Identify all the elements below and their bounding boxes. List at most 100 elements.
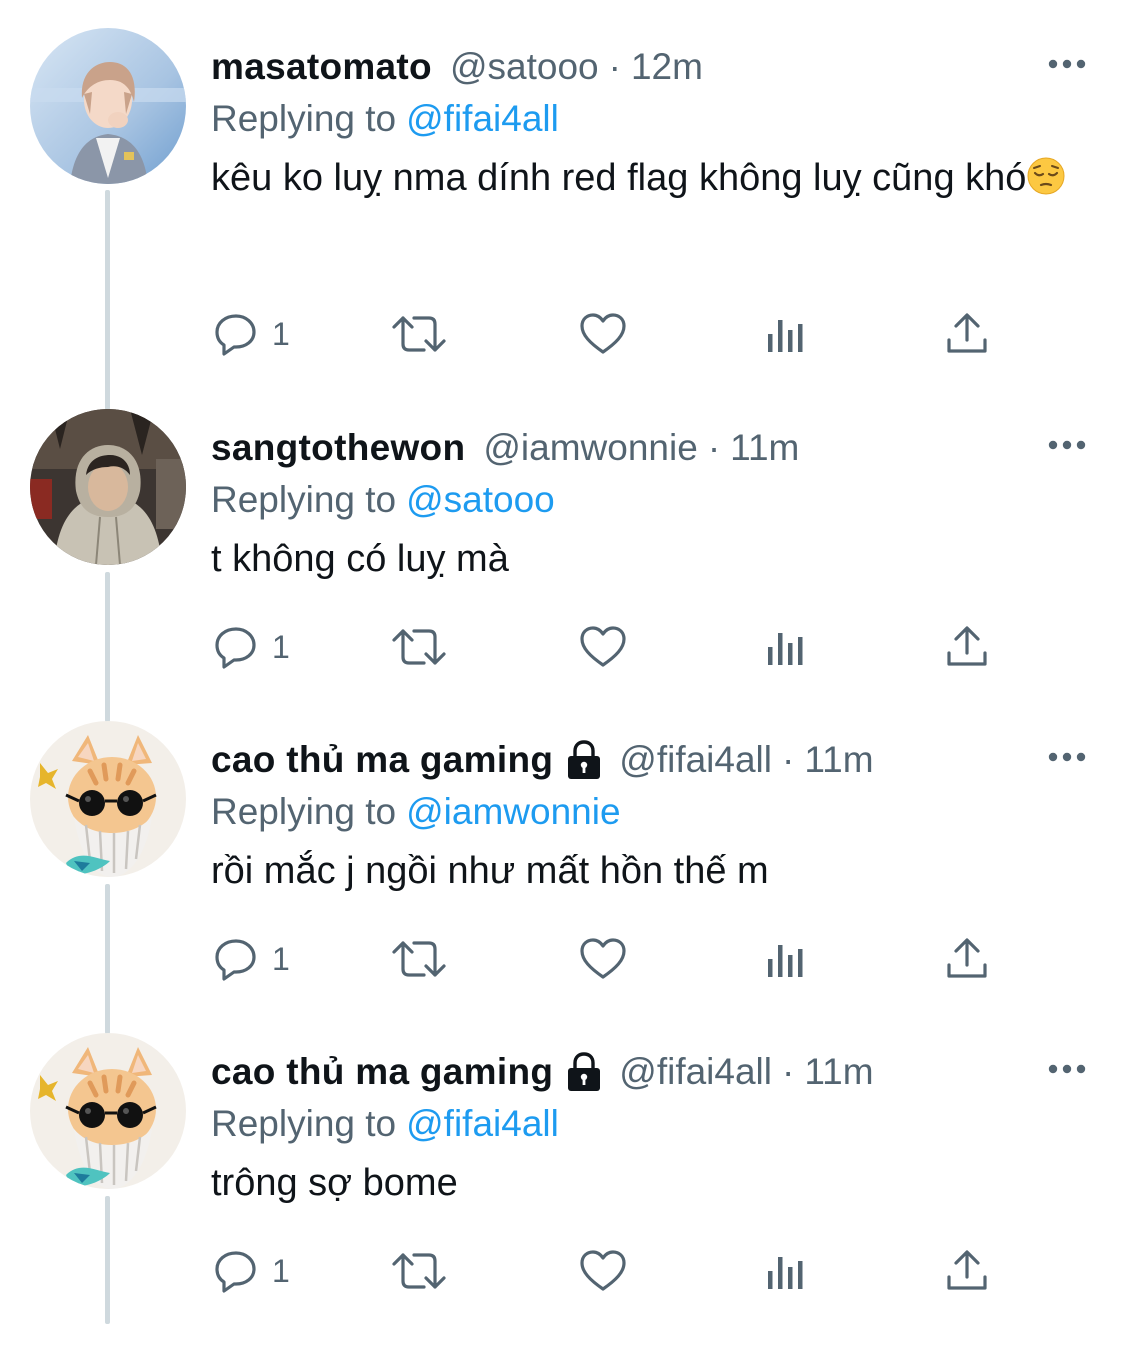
action-bar: 1: [212, 1243, 1012, 1299]
reply-count: 1: [272, 940, 290, 977]
replying-to: Replying to @satooo: [211, 475, 555, 525]
tweet-text: t không có luỵ mà: [211, 527, 1091, 591]
share-icon: [947, 938, 987, 978]
analytics-button[interactable]: [764, 1243, 808, 1299]
share-icon: [947, 626, 987, 666]
retweet-button[interactable]: [390, 1243, 448, 1299]
replying-to-mention[interactable]: @iamwonnie: [406, 791, 620, 832]
share-icon: [947, 313, 987, 353]
timestamp[interactable]: 11m: [804, 1047, 873, 1097]
handle[interactable]: @satooo: [450, 42, 599, 92]
replying-to-mention[interactable]: @fifai4all: [406, 98, 559, 139]
tweet-text-content: kêu ko luỵ nma dính red flag không luỵ c…: [211, 157, 1027, 199]
share-button[interactable]: [944, 619, 990, 675]
more-icon[interactable]: [1047, 751, 1087, 763]
share-icon: [947, 1250, 987, 1290]
replying-to-label: Replying to: [211, 98, 397, 139]
tweet-header: cao thủ ma gaming @fifai4all · 11m: [211, 735, 874, 785]
reply-button[interactable]: 1: [212, 1243, 290, 1299]
lock-icon: [568, 1052, 601, 1091]
retweet-icon: [392, 941, 446, 977]
reply-icon: [215, 314, 256, 356]
reply-icon: [215, 939, 256, 981]
like-button[interactable]: [578, 1243, 628, 1299]
timestamp[interactable]: 11m: [730, 423, 799, 473]
analytics-button[interactable]: [764, 931, 808, 987]
handle[interactable]: @fifai4all: [619, 735, 772, 785]
display-name[interactable]: cao thủ ma gaming: [211, 1047, 553, 1097]
avatar[interactable]: [30, 1033, 186, 1189]
reply-button[interactable]: 1: [212, 306, 290, 362]
timestamp[interactable]: 12m: [631, 42, 703, 92]
reply-icon: [215, 627, 256, 669]
share-button[interactable]: [944, 931, 990, 987]
handle[interactable]: @iamwonnie: [483, 423, 697, 473]
reply-icon: [215, 1251, 256, 1293]
tweet-header: cao thủ ma gaming @fifai4all · 11m: [211, 1047, 874, 1097]
retweet-button[interactable]: [390, 619, 448, 675]
reply-count: 1: [272, 628, 290, 665]
handle[interactable]: @fifai4all: [619, 1047, 772, 1097]
heart-icon: [580, 1250, 626, 1291]
tweet-text-content: t không có luỵ mà: [211, 538, 509, 580]
avatar[interactable]: [30, 28, 186, 184]
display-name[interactable]: cao thủ ma gaming: [211, 735, 553, 785]
analytics-button[interactable]: [764, 619, 808, 675]
tweet-text: kêu ko luỵ nma dính red flag không luỵ c…: [211, 146, 1091, 210]
analytics-icon: [768, 633, 803, 665]
tweet-text: rồi mắc j ngồi như mất hồn thế m: [211, 839, 1091, 903]
separator-dot: ·: [608, 46, 621, 87]
tweet[interactable]: cao thủ ma gaming @fifai4all · 11m Reply…: [0, 1033, 1125, 1345]
tweet-text: trông sợ bome: [211, 1151, 1091, 1215]
tweet[interactable]: masatomato @satooo · 12m Replying to @fif…: [0, 28, 1125, 356]
share-button[interactable]: [944, 1243, 990, 1299]
more-icon[interactable]: [1047, 58, 1087, 70]
analytics-icon: [768, 1257, 803, 1289]
like-button[interactable]: [578, 619, 628, 675]
like-button[interactable]: [578, 931, 628, 987]
like-button[interactable]: [578, 306, 628, 362]
replying-to: Replying to @fifai4all: [211, 94, 559, 144]
analytics-button[interactable]: [764, 306, 808, 362]
reply-button[interactable]: 1: [212, 931, 290, 987]
more-icon[interactable]: [1047, 439, 1087, 451]
reply-count: 1: [272, 1252, 290, 1289]
retweet-icon: [392, 316, 446, 352]
heart-icon: [580, 938, 626, 979]
action-bar: 1: [212, 619, 1012, 675]
heart-icon: [580, 313, 626, 354]
replying-to-mention[interactable]: @fifai4all: [406, 1103, 559, 1144]
replying-to: Replying to @fifai4all: [211, 1099, 559, 1149]
reply-count: 1: [272, 315, 290, 352]
tweet[interactable]: sangtothewon @iamwonnie · 11m Replying t…: [0, 409, 1125, 721]
reply-button[interactable]: 1: [212, 619, 290, 675]
timestamp[interactable]: 11m: [804, 735, 873, 785]
tweet-text-content: trông sợ bome: [211, 1162, 458, 1204]
replying-to-mention[interactable]: @satooo: [406, 479, 555, 520]
retweet-icon: [392, 629, 446, 665]
tweet[interactable]: cao thủ ma gaming @fifai4all · 11m Reply…: [0, 721, 1125, 1033]
avatar[interactable]: [30, 721, 186, 877]
pensive-face-emoji: [1027, 157, 1065, 195]
retweet-button[interactable]: [390, 931, 448, 987]
share-button[interactable]: [944, 306, 990, 362]
avatar[interactable]: [30, 409, 186, 565]
more-icon[interactable]: [1047, 1063, 1087, 1075]
replying-to-label: Replying to: [211, 1103, 397, 1144]
display-name[interactable]: masatomato: [211, 42, 432, 92]
lock-icon: [568, 740, 601, 779]
action-bar: 1: [212, 306, 1012, 362]
replying-to: Replying to @iamwonnie: [211, 787, 621, 837]
separator-dot: ·: [707, 427, 721, 468]
tweet-header: sangtothewon @iamwonnie · 11m: [211, 423, 799, 473]
replying-to-label: Replying to: [211, 791, 397, 832]
display-name[interactable]: sangtothewon: [211, 423, 465, 473]
tweet-text-content: rồi mắc j ngồi như mất hồn thế m: [211, 850, 769, 892]
separator-dot: ·: [782, 739, 795, 780]
retweet-button[interactable]: [390, 306, 448, 362]
retweet-icon: [392, 1253, 446, 1289]
action-bar: 1: [212, 931, 1012, 987]
analytics-icon: [768, 320, 803, 352]
separator-dot: ·: [782, 1051, 795, 1092]
analytics-icon: [768, 945, 803, 977]
